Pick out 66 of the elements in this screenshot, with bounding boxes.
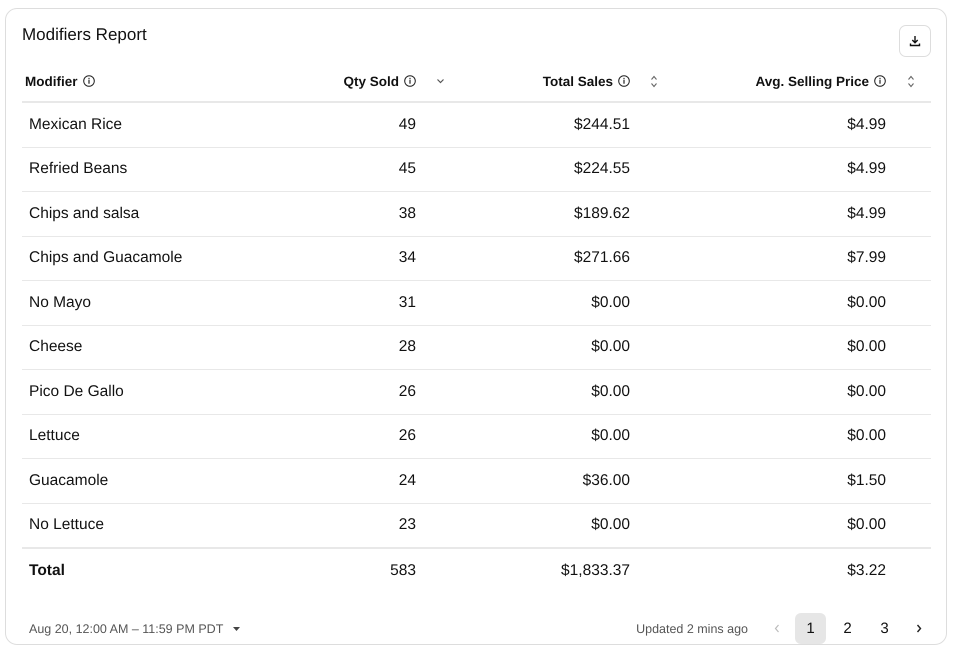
table-cell-text: $0.00 — [846, 382, 887, 401]
table-cell-text: 38 — [398, 204, 417, 223]
table-cell-text: 24 — [398, 472, 417, 490]
download-button[interactable] — [899, 25, 931, 57]
table-cell-text: $0.00 — [846, 338, 887, 356]
info-icon[interactable] — [404, 75, 416, 87]
download-icon — [909, 35, 921, 47]
table-cell-text: 26 — [398, 427, 417, 446]
info-icon[interactable] — [82, 75, 94, 87]
table-cell-text: No Lettuce — [28, 516, 105, 534]
column-header: Avg. Selling Price — [755, 74, 869, 88]
table-cell-text: 23 — [398, 516, 417, 534]
table-cell-text: Chips and salsa — [28, 204, 140, 223]
info-icon[interactable] — [618, 75, 630, 87]
table-cell-text: $0.00 — [590, 427, 631, 446]
chevron-down-icon[interactable] — [436, 78, 444, 84]
table-cell-text: $271.66 — [572, 249, 631, 268]
table-cell-text: Refried Beans — [28, 160, 128, 178]
column-header: Total Sales — [542, 74, 613, 88]
table-cell-text: Cheese — [28, 338, 84, 356]
table-cell-text: $0.00 — [846, 516, 887, 534]
table-cell-text: $0.00 — [590, 516, 631, 534]
table-cell-text: $7.99 — [846, 249, 887, 268]
caret-icon — [233, 626, 240, 630]
chevron-right-icon — [916, 624, 922, 633]
table-cell-text: 34 — [398, 249, 417, 268]
table-cell-text: $0.00 — [590, 382, 631, 401]
total-cell-text: 583 — [389, 562, 417, 580]
info-icon[interactable] — [874, 75, 886, 87]
table-cell-text: $0.00 — [846, 294, 887, 312]
table-cell-text: $4.99 — [846, 204, 887, 223]
table-cell-text: Chips and Guacamole — [28, 249, 184, 268]
column-header: Modifier — [25, 74, 78, 88]
chevron-left-icon — [774, 624, 780, 633]
table-cell-text: 26 — [398, 382, 417, 401]
table-cell-text: 49 — [398, 116, 417, 134]
table-cell-text: $0.00 — [590, 294, 631, 312]
table-cell-text: Mexican Rice — [28, 116, 124, 134]
total-cell-text: Total — [28, 562, 66, 580]
table-cell-text: $0.00 — [590, 338, 631, 356]
table-cell-text: $36.00 — [582, 472, 631, 490]
date-range-dropdown[interactable]: Aug 20, 12:00 AM – 11:59 PM PDT — [22, 622, 240, 636]
table-cell-text: 45 — [398, 160, 417, 178]
table-cell-text: Lettuce — [28, 427, 81, 446]
page-button[interactable]: 2 — [832, 613, 863, 644]
sort-icon[interactable] — [650, 74, 658, 88]
table-cell-text: $224.55 — [572, 160, 631, 178]
total-cell-text: $1,833.37 — [560, 562, 631, 580]
table-cell-text: No Mayo — [28, 294, 92, 312]
sort-icon[interactable] — [906, 74, 914, 88]
table-cell-text: $189.62 — [572, 204, 631, 223]
table-cell-text: $4.99 — [846, 116, 887, 134]
updated-text: Updated 2 mins ago — [636, 622, 748, 636]
page-button[interactable]: 3 — [869, 613, 900, 644]
table-cell-text: Guacamole — [28, 472, 110, 490]
table-cell-text: $244.51 — [572, 116, 631, 134]
page-button[interactable]: 1 — [795, 613, 826, 644]
column-header: Qty Sold — [343, 74, 399, 88]
table-cell-text: $0.00 — [846, 427, 887, 446]
table-cell-text: Pico De Gallo — [28, 382, 125, 401]
report-title: Modifiers Report — [22, 24, 147, 45]
total-cell-text: $3.22 — [846, 562, 887, 580]
table-cell-text: $1.50 — [846, 472, 887, 490]
table-cell-text: 28 — [398, 338, 417, 356]
table-cell-text: $4.99 — [846, 160, 887, 178]
table-cell-text: 31 — [398, 294, 417, 312]
